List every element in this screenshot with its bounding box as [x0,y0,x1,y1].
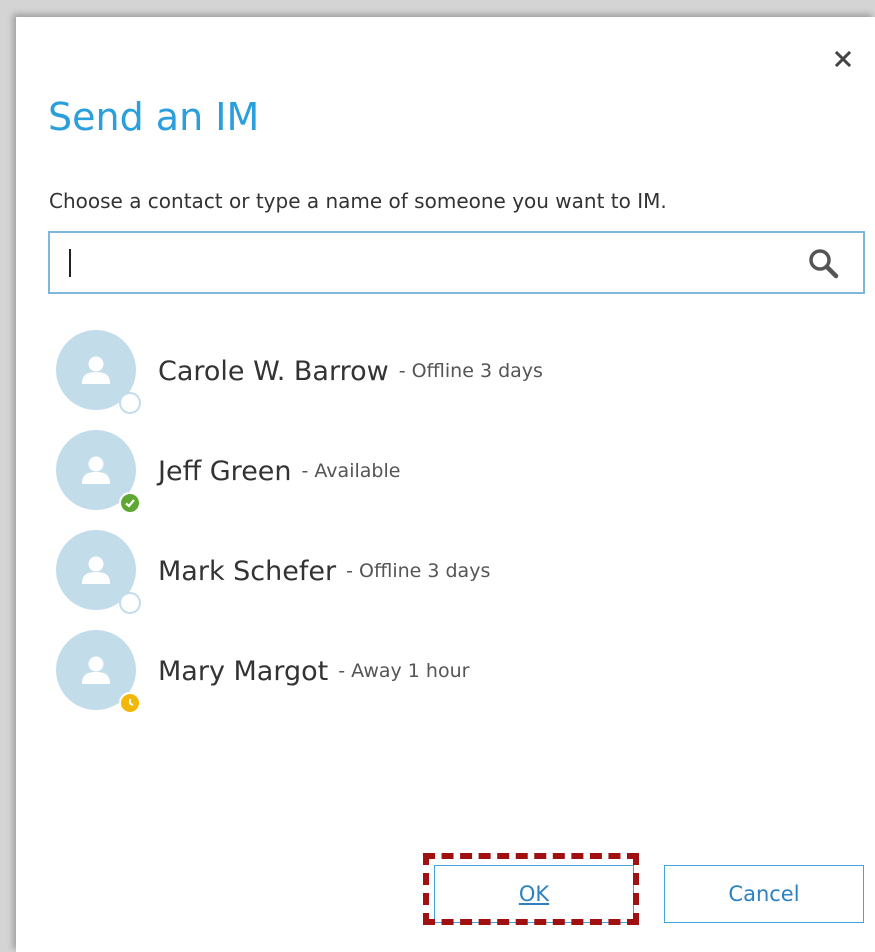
contact-status: - Away 1 hour [338,660,470,682]
search-icon [809,248,839,278]
text-caret [69,249,71,277]
contact-name: Carole W. Barrow [158,355,389,387]
avatar [56,430,141,514]
ok-button-label: OK [518,882,550,906]
presence-available-indicator [119,492,141,514]
dialog-prompt: Choose a contact or type a name of someo… [49,189,667,213]
presence-offline-indicator [119,392,141,414]
person-icon [82,456,110,484]
search-button[interactable] [803,243,843,283]
contact-status: - Offline 3 days [398,360,543,382]
send-im-dialog: Send an IM Choose a contact or type a na… [16,17,875,952]
presence-offline-indicator [119,592,141,614]
contact-item[interactable]: Jeff Green - Available [56,421,836,521]
ok-button[interactable]: OK [434,865,634,923]
contact-item[interactable]: Carole W. Barrow - Offline 3 days [56,321,836,421]
avatar [56,330,141,414]
contact-name: Jeff Green [158,455,292,487]
person-icon [82,556,110,584]
avatar [56,530,141,614]
person-icon [82,356,110,384]
contact-item[interactable]: Mark Schefer - Offline 3 days [56,521,836,621]
contact-list: Carole W. Barrow - Offline 3 days Jeff G… [56,321,836,721]
close-button[interactable] [831,47,855,71]
cancel-button-label: Cancel [728,882,800,906]
contact-name: Mark Schefer [158,555,337,587]
close-icon [835,51,851,67]
person-icon [82,656,110,684]
presence-away-indicator [119,692,141,714]
dialog-title: Send an IM [48,95,260,139]
checkmark-icon [125,499,135,508]
contact-status: - Available [301,460,401,482]
cancel-button[interactable]: Cancel [664,865,864,923]
search-input[interactable] [50,233,803,292]
search-box [48,231,865,294]
contact-item[interactable]: Mary Margot - Away 1 hour [56,621,836,721]
clock-icon [129,699,134,706]
avatar [56,630,141,714]
contact-status: - Offline 3 days [346,560,491,582]
contact-name: Mary Margot [158,655,329,687]
